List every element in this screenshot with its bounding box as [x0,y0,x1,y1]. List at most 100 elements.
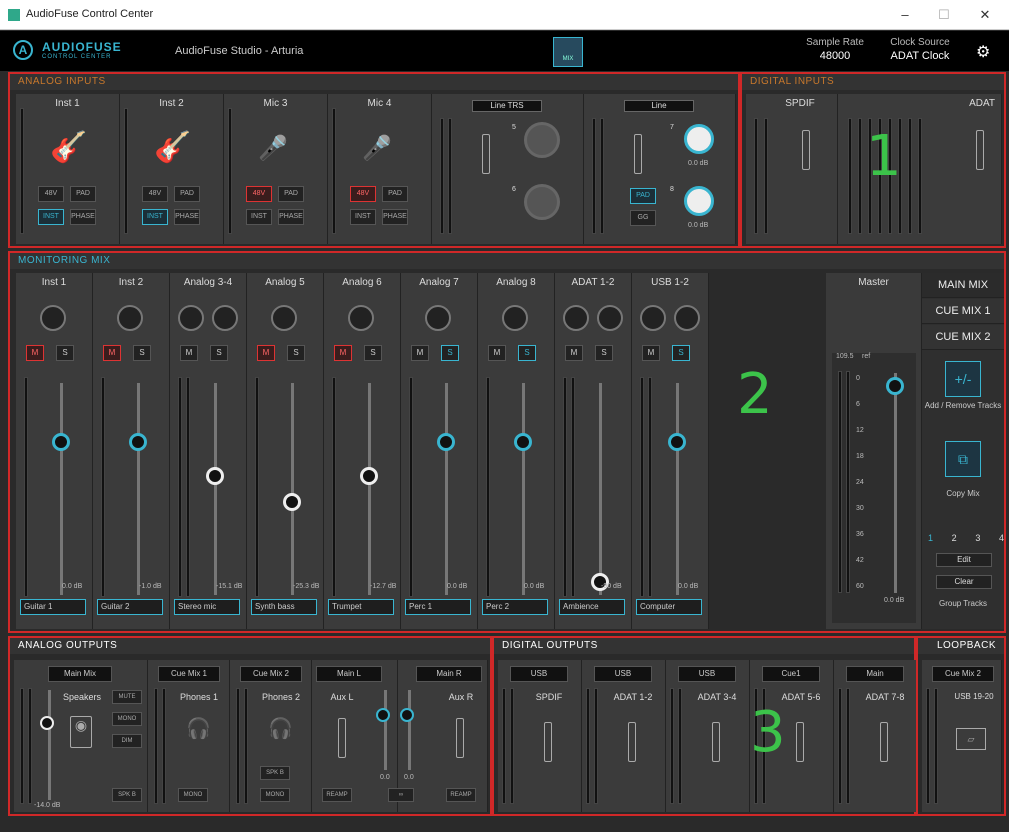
inst-button[interactable]: INST [142,209,168,225]
copy-icon[interactable]: ⧉ [945,441,981,477]
source-select[interactable]: Cue1 [762,666,820,682]
mute-button[interactable]: M [565,345,583,361]
pan-knob[interactable] [425,305,451,331]
pan-knob-left[interactable] [640,305,666,331]
source-select[interactable]: Main R [416,666,482,682]
pad-button[interactable]: PAD [70,186,96,202]
speaker-b-button[interactable]: SPK B [260,766,290,780]
fader-cap[interactable] [129,433,147,451]
track-name-field[interactable]: Guitar 1 [20,599,86,615]
48v-button[interactable]: 48V [38,186,64,202]
phase-button[interactable]: PHASE [382,209,408,225]
solo-button[interactable]: S [441,345,459,361]
cue-mix-2-tab[interactable]: CUE MIX 2 [922,325,1004,350]
48v-button[interactable]: 48V [350,186,376,202]
fader-cap[interactable] [283,493,301,511]
fader-cap[interactable] [52,433,70,451]
source-select[interactable]: USB [678,666,736,682]
edit-button[interactable]: Edit [936,553,992,567]
pan-knob[interactable] [502,305,528,331]
mono-button[interactable]: MONO [260,788,290,802]
48v-button[interactable]: 48V [246,186,272,202]
source-select[interactable]: USB [510,666,568,682]
48v-button[interactable]: 48V [142,186,168,202]
mix-view-button[interactable]: MIX [553,37,583,67]
master-fader-cap[interactable] [886,377,904,395]
mute-button[interactable]: M [103,345,121,361]
close-button[interactable]: ✕ [970,5,1000,25]
pad-button[interactable]: PAD [630,188,656,204]
pan-knob-right[interactable] [674,305,700,331]
track-name-field[interactable]: Trumpet [328,599,394,615]
fader-cap[interactable] [437,433,455,451]
pan-knob[interactable] [117,305,143,331]
fader-cap[interactable] [400,708,414,722]
solo-button[interactable]: S [133,345,151,361]
solo-button[interactable]: S [56,345,74,361]
mute-button[interactable]: M [180,345,198,361]
phase-button[interactable]: PHASE [278,209,304,225]
group-page-1[interactable]: 1 [928,533,933,543]
mute-button[interactable]: M [488,345,506,361]
pan-knob[interactable] [348,305,374,331]
gain-knob-6[interactable] [524,184,560,220]
mute-button[interactable]: M [334,345,352,361]
source-select[interactable]: Cue Mix 2 [932,666,994,682]
source-select[interactable]: Cue Mix 2 [240,666,302,682]
mute-button[interactable]: MUTE [112,690,142,704]
source-select[interactable]: Main Mix [48,666,112,682]
mute-button[interactable]: M [257,345,275,361]
clear-button[interactable]: Clear [936,575,992,589]
gain-knob-8[interactable] [684,186,714,216]
mono-button[interactable]: MONO [112,712,142,726]
fader-cap[interactable] [376,708,390,722]
phase-button[interactable]: PHASE [70,209,96,225]
pad-button[interactable]: PAD [382,186,408,202]
track-name-field[interactable]: Synth bass [251,599,317,615]
mute-button[interactable]: M [26,345,44,361]
track-name-field[interactable]: Guitar 2 [97,599,163,615]
cue-mix-1-tab[interactable]: CUE MIX 1 [922,299,1004,324]
solo-button[interactable]: S [364,345,382,361]
pad-button[interactable]: PAD [278,186,304,202]
inst-button[interactable]: INST [246,209,272,225]
settings-gear-icon[interactable]: ⚙ [976,42,990,62]
source-select[interactable]: USB [594,666,652,682]
track-name-field[interactable]: Ambience [559,599,625,615]
link-button[interactable]: ∞ [388,788,414,802]
track-name-field[interactable]: Stereo mic [174,599,240,615]
sample-rate[interactable]: Sample Rate 48000 [800,37,870,62]
minimize-button[interactable]: – [890,5,920,25]
group-page-4[interactable]: 4 [999,533,1004,543]
fader-cap[interactable] [360,467,378,485]
main-mix-tab[interactable]: MAIN MIX [922,273,1004,298]
speaker-b-button[interactable]: SPK B [112,788,142,802]
solo-button[interactable]: S [595,345,613,361]
ground-button[interactable]: GG [630,210,656,226]
pan-knob-left[interactable] [563,305,589,331]
mono-button[interactable]: MONO [178,788,208,802]
source-select[interactable]: Main [846,666,904,682]
track-name-field[interactable]: Perc 2 [482,599,548,615]
source-select[interactable]: Main L [316,666,382,682]
mute-button[interactable]: M [411,345,429,361]
solo-button[interactable]: S [210,345,228,361]
track-name-field[interactable]: Computer [636,599,702,615]
pan-knob-right[interactable] [597,305,623,331]
pan-knob[interactable] [271,305,297,331]
fader-cap[interactable] [206,467,224,485]
gain-knob-7[interactable] [684,124,714,154]
add-remove-icon[interactable]: +/- [945,361,981,397]
pan-knob-left[interactable] [178,305,204,331]
solo-button[interactable]: S [672,345,690,361]
phase-button[interactable]: PHASE [174,209,200,225]
fader-cap[interactable] [40,716,54,730]
group-page-2[interactable]: 2 [952,533,957,543]
fader-cap[interactable] [514,433,532,451]
inst-button[interactable]: INST [350,209,376,225]
reamp-button[interactable]: REAMP [322,788,352,802]
fader-cap[interactable] [668,433,686,451]
inst-button[interactable]: INST [38,209,64,225]
track-name-field[interactable]: Perc 1 [405,599,471,615]
group-page-3[interactable]: 3 [975,533,980,543]
